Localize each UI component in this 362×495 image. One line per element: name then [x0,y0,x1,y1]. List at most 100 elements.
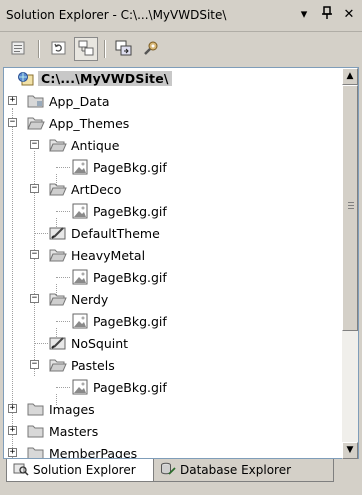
copy-web-site-button[interactable] [112,37,136,61]
scroll-down-button[interactable]: ▼ [342,442,358,459]
web-project-icon [17,71,35,87]
tree-item-label: DefaultTheme [71,226,160,241]
tree-item-defaulttheme[interactable]: DefaultTheme [4,222,342,244]
tree-item-label: ArtDeco [71,182,122,197]
image-file-icon [71,203,89,219]
image-file-icon [71,159,89,175]
database-explorer-icon [160,462,176,479]
tree-item-nerdy[interactable]: − Nerdy [4,288,342,310]
tree-item-file[interactable]: PageBkg.gif [4,376,342,398]
collapse-toggle[interactable]: − [30,360,39,369]
collapse-toggle[interactable]: − [8,118,17,127]
tree-root[interactable]: C:\...\MyVWDSite\ [4,68,342,90]
open-folder-icon [49,291,67,307]
scroll-thumb[interactable] [342,85,358,331]
tree-item-images[interactable]: + Images [4,398,342,420]
collapse-toggle[interactable]: − [30,294,39,303]
image-file-icon [71,313,89,329]
tree-item-label: Masters [49,424,99,439]
pin-icon[interactable] [318,6,336,24]
tree-item-file[interactable]: PageBkg.gif [4,156,342,178]
tab-label: Solution Explorer [33,463,136,477]
tree-item-file[interactable]: PageBkg.gif [4,200,342,222]
tree-item-masters[interactable]: + Masters [4,420,342,442]
open-folder-icon [49,181,67,197]
tool-window-tabs: Solution Explorer Database Explorer [0,459,362,495]
tree-item-label: PageBkg.gif [93,160,167,175]
tree-item-label: Antique [71,138,120,153]
arrow-up-icon: ▲ [346,71,354,81]
expand-toggle[interactable]: + [8,426,17,435]
tree-item-label: Images [49,402,95,417]
toolbar-separator [38,40,40,58]
tree-root-label: C:\...\MyVWDSite\ [38,71,172,86]
tree-item-label: Pastels [71,358,115,373]
tree-item-label: MemberPages [49,446,138,459]
open-folder-icon [49,137,67,153]
copy-web-site-icon [115,40,133,59]
tree-item-label: PageBkg.gif [93,314,167,329]
expand-toggle[interactable]: + [8,96,17,105]
refresh-button[interactable] [47,37,71,61]
tree-item-label: App_Themes [49,116,130,131]
tree-item-artdeco[interactable]: − ArtDeco [4,178,342,200]
folder-icon [27,445,45,458]
expand-toggle[interactable]: + [8,404,17,413]
tree-connector [56,211,70,212]
folder-icon [27,401,45,417]
tree-item-nosquint[interactable]: NoSquint [4,332,342,354]
tree-item-label: NoSquint [71,336,129,351]
tree-item-heavymetal[interactable]: − HeavyMetal [4,244,342,266]
folder-icon [27,423,45,439]
solution-explorer-icon [13,462,29,479]
tree-item-antique[interactable]: − Antique [4,134,342,156]
collapse-toggle[interactable]: − [30,184,39,193]
nest-related-files-button[interactable] [74,37,98,61]
tree-connector [56,387,70,388]
collapse-toggle[interactable]: − [30,250,39,259]
tree-item-label: PageBkg.gif [93,270,167,285]
nest-related-files-icon [77,40,95,59]
tab-label: Database Explorer [180,463,292,477]
tree-connector [56,321,70,322]
expand-toggle[interactable]: + [8,448,17,457]
tab-solution-explorer[interactable]: Solution Explorer [6,459,154,482]
close-icon[interactable]: ✕ [340,6,358,24]
window-title: Solution Explorer - C:\...\MyVWDSite\ [6,8,227,22]
toolbar-separator [104,40,106,58]
tree-item-label: App_Data [49,94,110,109]
open-folder-icon [27,115,45,131]
solution-tree[interactable]: C:\...\MyVWDSite\ + App_Data − App_Theme… [3,67,342,459]
properties-button[interactable] [7,37,31,61]
tree-item-pastels[interactable]: − Pastels [4,354,342,376]
window-position-dropdown-icon[interactable]: ▾ [295,6,313,24]
asp-net-configuration-button[interactable] [139,37,163,61]
image-file-icon [71,269,89,285]
refresh-icon [50,40,68,59]
asp-net-configuration-icon [142,40,160,59]
toolbar [0,32,362,67]
skin-file-icon [49,225,67,241]
tree-item-label: Nerdy [71,292,109,307]
tree-item-file[interactable]: PageBkg.gif [4,266,342,288]
tree-item-label: PageBkg.gif [93,380,167,395]
image-file-icon [71,379,89,395]
vertical-scrollbar[interactable]: ▲ ▼ [342,67,359,459]
scroll-up-button[interactable]: ▲ [342,68,358,85]
tree-item-app-themes[interactable]: − App_Themes [4,112,342,134]
tree-item-label: PageBkg.gif [93,204,167,219]
properties-icon [10,40,28,59]
tree-item-file[interactable]: PageBkg.gif [4,310,342,332]
grip-line [348,202,354,203]
tree-item-label: HeavyMetal [71,248,146,263]
grip-line [348,208,354,209]
collapse-toggle[interactable]: − [30,140,39,149]
arrow-down-icon: ▼ [346,445,354,455]
tree-connector [34,233,48,234]
tree-connector [56,167,70,168]
tab-database-explorer[interactable]: Database Explorer [154,459,334,482]
tree-item-app-data[interactable]: + App_Data [4,90,342,112]
grip-line [348,205,354,206]
tree-item-memberpages[interactable]: + MemberPages [4,442,342,459]
tree-connector [34,343,48,344]
